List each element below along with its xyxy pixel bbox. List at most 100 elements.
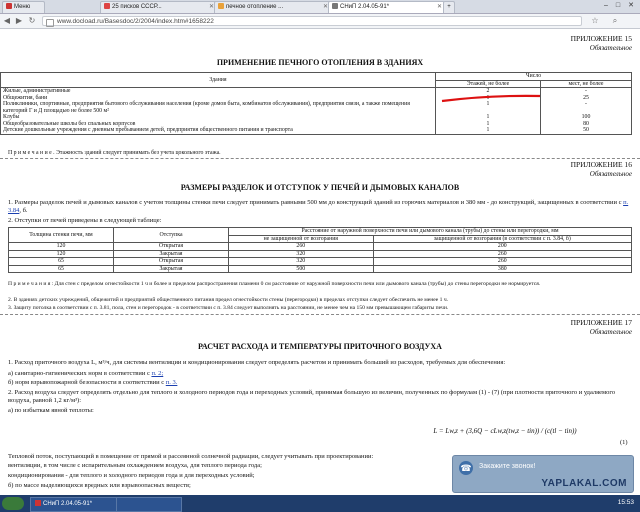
annex16-note3: 3. Защиту потолка в соответствии с п. 3.… xyxy=(8,305,449,311)
annex17-label: ПРИЛОЖЕНИЕ 17 xyxy=(570,318,632,327)
annex16-title: РАЗМЕРЫ РАЗДЕЛОК И ОТСТУПОК У ПЕЧЕЙ И ДЫ… xyxy=(180,183,460,192)
formula-number: (1) xyxy=(620,439,628,446)
search-icon[interactable]: ⌕ xyxy=(610,16,620,26)
phone-icon: ☎ xyxy=(459,461,473,475)
tab-label: Меню xyxy=(14,4,31,10)
yaplakal-logo: YAPLAKAL.COM xyxy=(541,478,627,489)
taskbar: СНиП 2.04.05-91* 15:53 xyxy=(0,495,640,512)
annex17-p1: 1. Расход приточного воздуха L, м³/ч, дл… xyxy=(8,359,506,366)
cell-building: Детские дошкольные учреждения с дневным … xyxy=(0,127,436,135)
site-icon xyxy=(218,3,224,10)
start-button[interactable] xyxy=(2,497,24,510)
annex16-note1: П р и м е ч а н и я : Для стен с предело… xyxy=(8,281,541,287)
tab-3[interactable]: печное отопление ... ✕ xyxy=(214,1,331,13)
col-number: Число xyxy=(435,72,632,81)
site-icon xyxy=(332,3,338,10)
forward-icon[interactable]: ▶ xyxy=(14,16,24,26)
annex16-p1-tail: , б. xyxy=(19,207,28,214)
annex17-status: Обязательное xyxy=(589,328,632,336)
cell-building: Поликлиники, спортивные, предприятия быт… xyxy=(0,101,436,114)
tab-menu[interactable]: Меню xyxy=(2,1,45,13)
cell-places: 50 xyxy=(540,127,632,135)
cell-gap: Закрытая xyxy=(113,264,229,273)
divider xyxy=(0,314,640,315)
col-unprotected: не защищенной от возгорания xyxy=(228,234,374,243)
annex17-p1a: а) санитарно-гигиенических норм в соотве… xyxy=(8,370,633,378)
cell-protected: 200 xyxy=(372,242,633,251)
annex15-note: П р и м е ч а н и е . Этажность зданий с… xyxy=(8,150,221,156)
annex16-table: Толщина стенки печи, мм Отступка Расстоя… xyxy=(8,227,633,273)
address-bar: ◀ ▶ ↻ www.docload.ru/Basesdoc/2/2004/ind… xyxy=(0,14,640,29)
col-dist: Расстояние от наружной поверхности печи … xyxy=(228,227,632,236)
table-row: 120 Закрытая 320 260 xyxy=(8,249,633,258)
annex17-p1b: б) норм взрывопожарной безопасности в со… xyxy=(8,379,633,387)
annex15-label: ПРИЛОЖЕНИЕ 15 xyxy=(570,34,632,43)
taskbar-item-snip[interactable]: СНиП 2.04.05-91* xyxy=(30,497,118,512)
site-icon xyxy=(104,3,110,10)
annex17-title: РАСЧЕТ РАСХОДА И ТЕМПЕРАТУРЫ ПРИТОЧНОГО … xyxy=(198,342,442,351)
cell-wall: 65 xyxy=(8,264,114,273)
reload-icon[interactable]: ↻ xyxy=(27,16,37,26)
close-window-icon[interactable]: ✕ xyxy=(625,1,637,11)
annex16-p1: 1. Размеры разделок печей и дымовых кана… xyxy=(8,199,633,215)
link-p-3[interactable]: п. 3. xyxy=(166,379,178,386)
table-row: 120 Открытая 260 200 xyxy=(8,242,633,251)
cell-protected: 260 xyxy=(372,249,633,258)
cell-places: - xyxy=(540,101,632,114)
document: ПРИЛОЖЕНИЕ 15 Обязательное ПРИМЕНЕНИЕ ПЕ… xyxy=(0,29,640,495)
url-field[interactable]: www.docload.ru/Basesdoc/2/2004/index.htm… xyxy=(42,16,582,27)
col-gap: Отступка xyxy=(113,227,229,243)
table-row: Детские дошкольные учреждения с дневным … xyxy=(0,127,632,135)
cell-unprotected: 260 xyxy=(228,242,374,251)
tab-label: 25 писков СССР... xyxy=(112,4,162,10)
annex16-status: Обязательное xyxy=(589,170,632,178)
cell-building: Жилые, административные xyxy=(0,87,436,95)
col-floors: Этажей, не более xyxy=(435,79,541,88)
annex16-p1-text: 1. Размеры разделок печей и дымовых кана… xyxy=(8,199,622,206)
col-building: Здания xyxy=(0,72,436,88)
cell-protected: 380 xyxy=(372,264,633,273)
col-wall: Толщина стенки печи, мм xyxy=(8,227,114,243)
back-icon[interactable]: ◀ xyxy=(2,16,12,26)
opera-icon xyxy=(35,500,41,507)
cell-wall: 65 xyxy=(8,257,114,266)
annex16-p2: 2. Отступки от печей приведены в следующ… xyxy=(8,217,162,224)
url-text: www.docload.ru/Basesdoc/2/2004/index.htm… xyxy=(57,18,214,25)
col-places: мест, не более xyxy=(540,79,632,88)
tab-label: печное отопление ... xyxy=(226,4,284,10)
taskbar-item-label: СНиП 2.04.05-91* xyxy=(43,501,93,507)
bookmark-icon[interactable]: ☆ xyxy=(590,16,600,26)
annex15-table: Здания Число Этажей, не более мест, не б… xyxy=(0,72,632,135)
new-tab-button[interactable]: + xyxy=(443,1,455,13)
annex17-p2: 2. Расход воздуха следует определять отд… xyxy=(8,389,616,404)
cell-unprotected: 500 xyxy=(228,264,374,273)
callback-popup[interactable]: ☎ Закажите звонок! YAPLAKAL.COM xyxy=(452,455,634,493)
cell-gap: Закрытая xyxy=(113,249,229,258)
tab-label: СНиП 2.04.05-91* xyxy=(340,4,390,10)
cell-places: - xyxy=(540,87,632,95)
cell-unprotected: 320 xyxy=(228,249,374,258)
tab-active[interactable]: СНиП 2.04.05-91* ✕ xyxy=(328,1,445,13)
annex17-p2a: а) по избыткам явной теплоты: xyxy=(8,407,94,414)
red-annotation-stroke xyxy=(441,94,541,103)
cell-gap: Открытая xyxy=(113,242,229,251)
annex16-note2: 2. В зданиях детских учреждений, общежит… xyxy=(8,297,449,303)
annex17-p1b-text: б) норм взрывопожарной безопасности в со… xyxy=(8,379,165,386)
close-icon[interactable]: ✕ xyxy=(437,2,442,13)
tab-2[interactable]: 25 писков СССР... ✕ xyxy=(100,1,217,13)
table-row: 65 Открытая 320 260 xyxy=(8,257,633,266)
cell-wall: 120 xyxy=(8,242,114,251)
link-p-2[interactable]: п. 2; xyxy=(151,370,163,377)
annex15-title: ПРИМЕНЕНИЕ ПЕЧНОГО ОТОПЛЕНИЯ В ЗДАНИЯХ xyxy=(216,58,424,67)
maximize-icon[interactable]: □ xyxy=(612,1,624,11)
opera-icon xyxy=(6,3,12,10)
page-icon xyxy=(46,19,54,27)
taskbar-item-2[interactable] xyxy=(116,497,182,512)
annex16-label: ПРИЛОЖЕНИЕ 16 xyxy=(570,160,632,169)
popup-text[interactable]: Закажите звонок! xyxy=(479,463,535,470)
cell-floors: 1 xyxy=(435,127,541,135)
minimize-icon[interactable]: – xyxy=(600,1,612,11)
formula-1: L = Lw,z + (3,6Q − cLw,z(tw,z − tin)) / … xyxy=(433,427,577,435)
annex15-status: Обязательное xyxy=(589,44,632,52)
annex17-p1a-text: а) санитарно-гигиенических норм в соотве… xyxy=(8,370,150,377)
